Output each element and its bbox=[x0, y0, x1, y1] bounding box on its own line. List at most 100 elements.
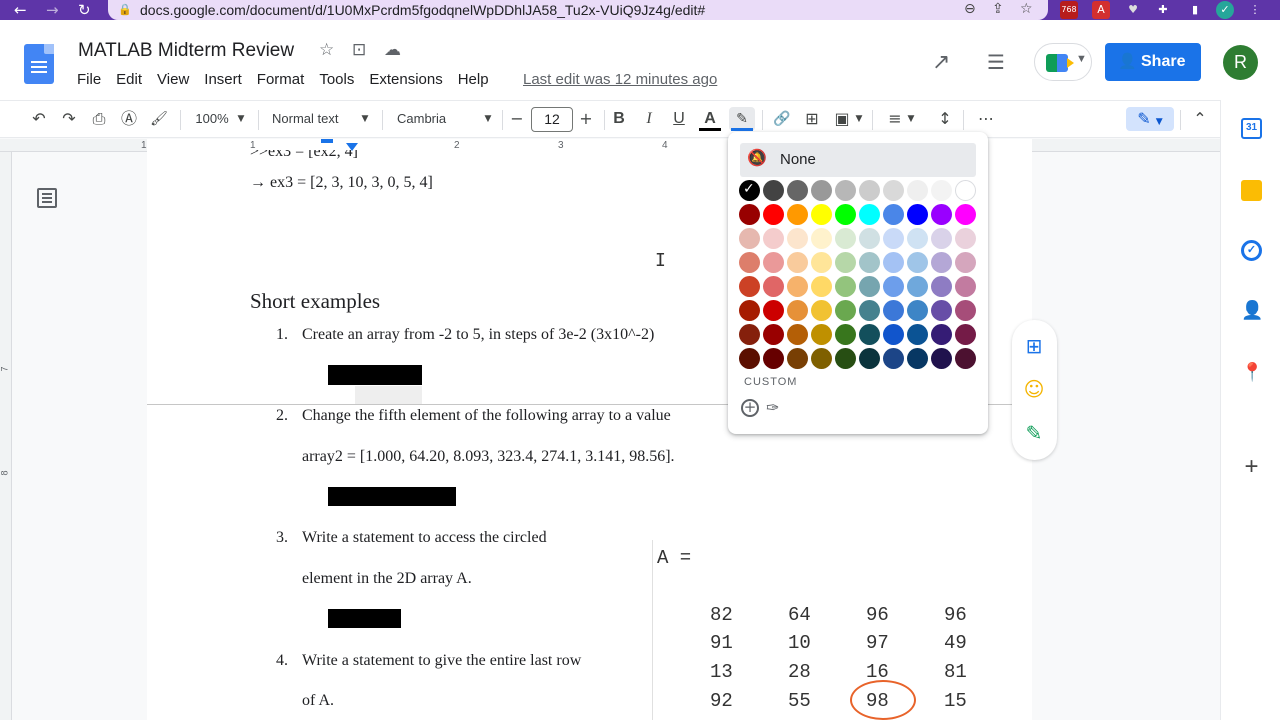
browser-menu-icon[interactable]: ⋮ bbox=[1246, 1, 1264, 19]
color-swatch[interactable] bbox=[811, 300, 832, 321]
color-swatch[interactable] bbox=[787, 180, 808, 201]
chevron-down-icon[interactable]: ▼ bbox=[481, 107, 495, 131]
color-swatch[interactable] bbox=[787, 228, 808, 249]
color-swatch[interactable] bbox=[835, 300, 856, 321]
puzzle-extensions-icon[interactable]: ✚ bbox=[1154, 1, 1172, 19]
line-spacing-icon[interactable]: ↕ bbox=[934, 107, 956, 131]
color-swatch[interactable] bbox=[787, 204, 808, 225]
color-swatch[interactable] bbox=[739, 228, 760, 249]
menu-edit[interactable]: Edit bbox=[116, 71, 148, 88]
color-swatch[interactable] bbox=[763, 300, 784, 321]
increase-font-size-button[interactable]: + bbox=[575, 107, 597, 131]
color-swatch[interactable] bbox=[763, 204, 784, 225]
color-swatch[interactable] bbox=[955, 324, 976, 345]
color-swatch[interactable] bbox=[787, 348, 808, 369]
color-swatch[interactable] bbox=[883, 180, 904, 201]
color-swatch[interactable] bbox=[763, 324, 784, 345]
star-icon[interactable]: ☆ bbox=[319, 40, 334, 60]
color-swatch[interactable] bbox=[859, 204, 880, 225]
underline-button[interactable]: U bbox=[668, 107, 690, 131]
color-swatch[interactable] bbox=[883, 204, 904, 225]
maps-icon[interactable]: 📍 bbox=[1241, 362, 1263, 383]
color-swatch[interactable] bbox=[907, 228, 928, 249]
color-swatch[interactable] bbox=[859, 252, 880, 273]
last-edit-link[interactable]: Last edit was 12 minutes ago bbox=[523, 71, 717, 88]
bold-button[interactable]: B bbox=[608, 107, 630, 131]
spellcheck-icon[interactable]: Ⓐ bbox=[118, 107, 140, 131]
color-swatch[interactable] bbox=[955, 204, 976, 225]
color-swatch[interactable] bbox=[835, 276, 856, 297]
color-swatch[interactable] bbox=[787, 276, 808, 297]
collapse-menus-icon[interactable]: ⌃ bbox=[1189, 107, 1211, 131]
color-swatch[interactable] bbox=[907, 348, 928, 369]
bookmark-star-icon[interactable]: ☆ bbox=[1020, 1, 1033, 17]
meet-button[interactable]: ▼ bbox=[1034, 43, 1092, 81]
color-swatch[interactable] bbox=[835, 348, 856, 369]
share-page-icon[interactable]: ⇪ bbox=[992, 1, 1004, 17]
tasks-icon[interactable]: ✓ bbox=[1241, 240, 1262, 261]
color-swatch[interactable] bbox=[835, 180, 856, 201]
color-swatch[interactable] bbox=[739, 180, 760, 201]
highlight-none-option[interactable]: 🔕 None bbox=[740, 143, 976, 177]
color-swatch[interactable] bbox=[859, 276, 880, 297]
color-swatch[interactable] bbox=[811, 204, 832, 225]
result-line[interactable]: → ex3 = [2, 3, 10, 3, 0, 5, 4] bbox=[250, 174, 433, 192]
keep-icon[interactable] bbox=[1241, 180, 1262, 201]
color-swatch[interactable] bbox=[811, 324, 832, 345]
share-button[interactable]: 👤 Share bbox=[1105, 43, 1201, 81]
back-button[interactable]: ← bbox=[14, 1, 27, 19]
color-swatch[interactable] bbox=[859, 228, 880, 249]
menu-file[interactable]: File bbox=[77, 71, 107, 88]
menu-tools[interactable]: Tools bbox=[319, 71, 360, 88]
list-item-continued[interactable]: of A. bbox=[302, 692, 334, 710]
color-swatch[interactable] bbox=[787, 300, 808, 321]
heart-extension-icon[interactable]: ♥ bbox=[1124, 1, 1142, 19]
reload-button[interactable]: ↻ bbox=[78, 1, 91, 19]
contacts-icon[interactable]: 👤 bbox=[1241, 300, 1263, 321]
extension-badge[interactable]: 768 bbox=[1060, 1, 1078, 19]
chevron-down-icon[interactable]: ▼ bbox=[905, 107, 917, 131]
sidepanel-icon[interactable]: ▮ bbox=[1186, 1, 1204, 19]
color-swatch[interactable] bbox=[907, 204, 928, 225]
docs-logo-icon[interactable] bbox=[24, 44, 54, 84]
color-swatch[interactable] bbox=[883, 300, 904, 321]
color-swatch[interactable] bbox=[835, 324, 856, 345]
font-family-select[interactable]: Cambria bbox=[397, 107, 457, 131]
document-outline-icon[interactable] bbox=[37, 188, 57, 208]
color-swatch[interactable] bbox=[859, 348, 880, 369]
menu-help[interactable]: Help bbox=[458, 71, 495, 88]
color-swatch[interactable] bbox=[883, 324, 904, 345]
color-swatch[interactable] bbox=[763, 180, 784, 201]
add-comment-icon[interactable]: ⊞ bbox=[1022, 334, 1046, 358]
decrease-font-size-button[interactable]: − bbox=[506, 107, 528, 131]
section-heading[interactable]: Short examples bbox=[250, 289, 380, 314]
font-size-input[interactable]: 12 bbox=[531, 107, 573, 132]
calendar-icon[interactable]: 31 bbox=[1241, 118, 1262, 139]
get-addons-icon[interactable]: + bbox=[1241, 455, 1262, 479]
color-swatch[interactable] bbox=[835, 204, 856, 225]
paragraph-style-select[interactable]: Normal text bbox=[272, 107, 348, 131]
editing-mode-button[interactable]: ✎ ▼ bbox=[1126, 107, 1174, 131]
menu-insert[interactable]: Insert bbox=[204, 71, 248, 88]
color-swatch[interactable] bbox=[907, 180, 928, 201]
color-swatch[interactable] bbox=[739, 300, 760, 321]
chevron-down-icon[interactable]: ▼ bbox=[853, 107, 865, 131]
list-item-continued[interactable]: array2 = [1.000, 64.20, 8.093, 323.4, 27… bbox=[302, 448, 675, 466]
color-swatch[interactable] bbox=[931, 252, 952, 273]
first-line-indent-marker[interactable] bbox=[321, 139, 333, 143]
color-swatch[interactable] bbox=[787, 324, 808, 345]
color-swatch[interactable] bbox=[883, 228, 904, 249]
menu-extensions[interactable]: Extensions bbox=[369, 71, 448, 88]
list-item[interactable]: Create an array from -2 to 5, in steps o… bbox=[302, 326, 654, 344]
forward-button[interactable]: → bbox=[46, 1, 59, 19]
list-item[interactable]: Write a statement to give the entire las… bbox=[302, 652, 581, 670]
add-comment-icon[interactable]: ⊞ bbox=[801, 107, 823, 131]
color-swatch[interactable] bbox=[739, 276, 760, 297]
color-swatch[interactable] bbox=[763, 252, 784, 273]
color-swatch[interactable] bbox=[835, 228, 856, 249]
color-swatch[interactable] bbox=[811, 228, 832, 249]
eyedropper-icon[interactable]: ✑ bbox=[766, 398, 779, 417]
list-item[interactable]: Change the fifth element of the followin… bbox=[302, 407, 671, 425]
color-swatch[interactable] bbox=[739, 252, 760, 273]
color-swatch[interactable] bbox=[811, 252, 832, 273]
